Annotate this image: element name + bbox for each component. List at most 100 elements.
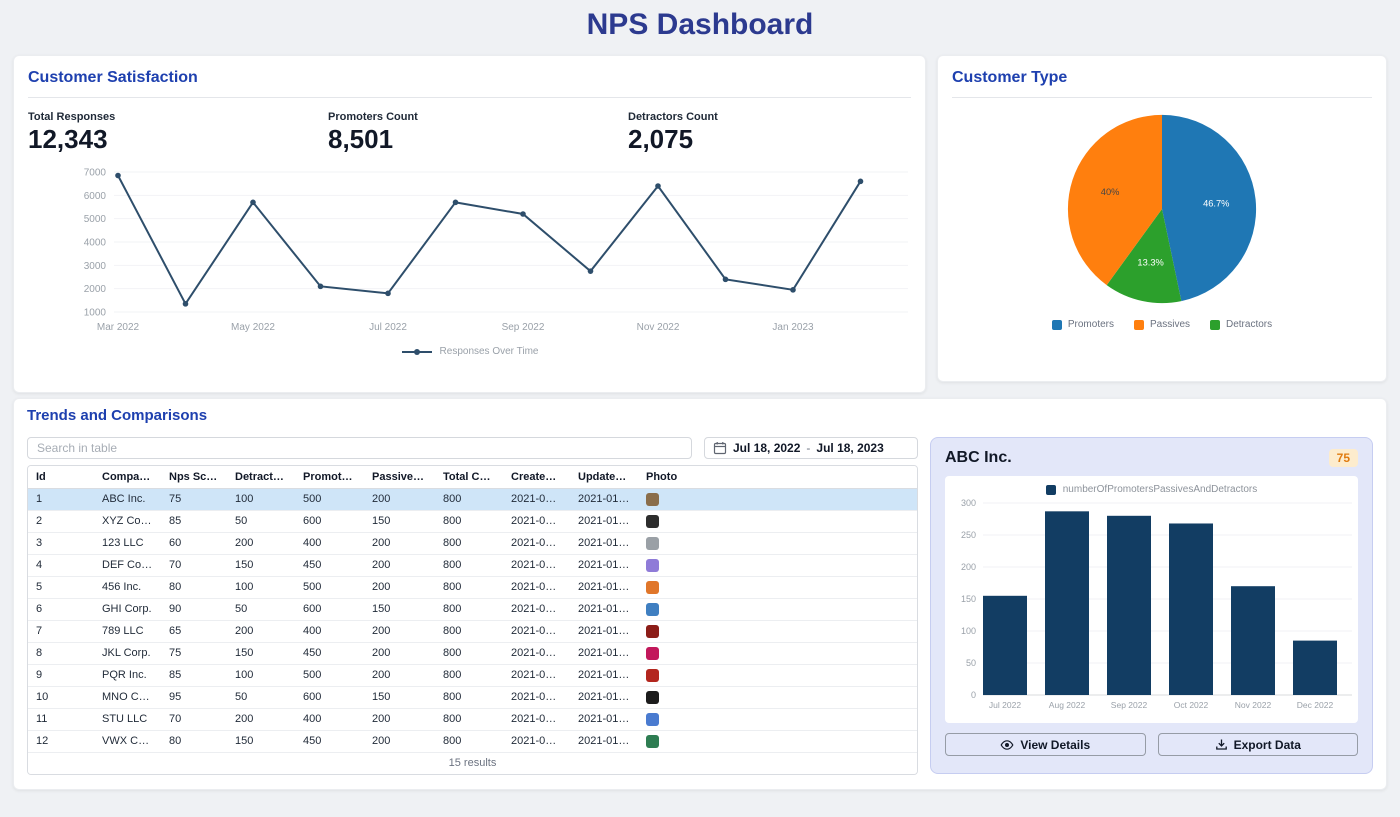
table-cell: 2021-01-04... (503, 554, 570, 576)
svg-text:Oct 2022: Oct 2022 (1174, 700, 1209, 710)
date-range-picker[interactable]: Jul 18, 2022 - Jul 18, 2023 (704, 437, 918, 459)
table-row[interactable]: 10MNO Corp.95506001508002021-01-10...202… (28, 686, 917, 708)
table-cell-photo (638, 686, 917, 708)
table-row[interactable]: 12VWX Corp.801504502008002021-01-12...20… (28, 730, 917, 752)
export-data-button[interactable]: Export Data (1158, 733, 1359, 756)
table-cell-photo (638, 642, 917, 664)
svg-text:200: 200 (961, 562, 976, 572)
company-photo (646, 713, 659, 726)
svg-text:4000: 4000 (84, 238, 107, 249)
table-cell: 8 (28, 642, 94, 664)
column-header-detractor-c[interactable]: Detractor C... (227, 466, 295, 488)
table-cell: 11 (28, 708, 94, 730)
column-header-id[interactable]: Id (28, 466, 94, 488)
stat-value: 8,501 (328, 124, 628, 155)
table-row[interactable]: 8JKL Corp.751504502008002021-01-08...202… (28, 642, 917, 664)
table-cell: 90 (161, 598, 227, 620)
table-row[interactable]: 9PQR Inc.851005002008002021-01-09...2021… (28, 664, 917, 686)
date-range-end[interactable]: Jul 18, 2023 (816, 441, 883, 455)
table-cell: 2021-01-01... (503, 488, 570, 510)
table-row[interactable]: 4DEF Corp.701504502008002021-01-04...202… (28, 554, 917, 576)
table-cell: 2021-01-09... (570, 664, 638, 686)
bar-chart-legend[interactable]: numberOfPromotersPassivesAndDetractors (947, 484, 1356, 495)
stats-row: Total Responses 12,343 Promoters Count 8… (28, 111, 911, 155)
export-data-label: Export Data (1234, 738, 1301, 752)
stat-label: Promoters Count (328, 111, 628, 123)
view-details-button[interactable]: View Details (945, 733, 1146, 756)
table-cell: 2021-01-09... (503, 664, 570, 686)
svg-text:Sep 2022: Sep 2022 (502, 322, 545, 333)
column-header-company-na[interactable]: Company Na... (94, 466, 161, 488)
table-cell-photo (638, 576, 917, 598)
customer-type-card: Customer Type 46.7%13.3%40% PromotersPas… (937, 55, 1387, 382)
table-row[interactable]: 11STU LLC702004002008002021-01-11...2021… (28, 708, 917, 730)
table-cell: PQR Inc. (94, 664, 161, 686)
table-row[interactable]: 6GHI Corp.90506001508002021-01-06...2021… (28, 598, 917, 620)
table-cell: 75 (161, 642, 227, 664)
column-header-promotor-co[interactable]: Promotor Co... (295, 466, 364, 488)
column-header-updated-at[interactable]: Updated At (570, 466, 638, 488)
table-cell: 100 (227, 488, 295, 510)
table-cell: 75 (161, 488, 227, 510)
table-cell: 2021-01-08... (503, 642, 570, 664)
line-chart-legend[interactable]: Responses Over Time (28, 346, 911, 357)
company-photo (646, 691, 659, 704)
table-cell-photo (638, 554, 917, 576)
table-cell: 2021-01-10... (570, 686, 638, 708)
table-cell: 200 (364, 576, 435, 598)
download-icon (1215, 738, 1228, 751)
stat-label: Detractors Count (628, 111, 928, 123)
table-cell: 200 (364, 532, 435, 554)
table-cell: 65 (161, 620, 227, 642)
table-row[interactable]: 2XYZ Corp.85506001508002021-01-02...2021… (28, 510, 917, 532)
table-cell: 2021-01-05... (503, 576, 570, 598)
column-header-total-custo[interactable]: Total Custo... (435, 466, 503, 488)
customer-satisfaction-title: Customer Satisfaction (28, 69, 911, 87)
company-detail-panel: ABC Inc. 75 numberOfPromotersPassivesAnd… (930, 437, 1373, 774)
table-cell-photo (638, 708, 917, 730)
table-cell: 200 (364, 620, 435, 642)
table-cell: VWX Corp. (94, 730, 161, 752)
table-row[interactable]: 1ABC Inc.751005002008002021-01-01...2021… (28, 488, 917, 510)
svg-text:0: 0 (971, 690, 976, 700)
calendar-icon (713, 441, 727, 455)
date-range-separator: - (806, 441, 810, 455)
table-row[interactable]: 7789 LLC652004002008002021-01-07...2021-… (28, 620, 917, 642)
search-input[interactable] (27, 437, 692, 459)
svg-text:2000: 2000 (84, 284, 107, 295)
table-cell: STU LLC (94, 708, 161, 730)
column-header-photo[interactable]: Photo (638, 466, 917, 488)
table-cell: 2021-01-07... (570, 620, 638, 642)
table-cell: 500 (295, 576, 364, 598)
svg-text:Mar 2022: Mar 2022 (97, 322, 140, 333)
table-cell: 70 (161, 708, 227, 730)
date-range-start[interactable]: Jul 18, 2022 (733, 441, 800, 455)
table-cell: 2 (28, 510, 94, 532)
line-legend-label: Responses Over Time (440, 346, 539, 357)
column-header-nps-score[interactable]: Nps Score (161, 466, 227, 488)
view-details-label: View Details (1020, 738, 1090, 752)
table-cell: GHI Corp. (94, 598, 161, 620)
pie-legend-item-detractors[interactable]: Detractors (1210, 319, 1272, 330)
legend-swatch-icon (1210, 320, 1220, 330)
table-row[interactable]: 5456 Inc.801005002008002021-01-05...2021… (28, 576, 917, 598)
pie-legend-item-promoters[interactable]: Promoters (1052, 319, 1114, 330)
table-cell: 60 (161, 532, 227, 554)
table-cell: 789 LLC (94, 620, 161, 642)
table-cell: 500 (295, 664, 364, 686)
table-cell: 150 (227, 554, 295, 576)
table-row[interactable]: 3123 LLC602004002008002021-01-03...2021-… (28, 532, 917, 554)
table-cell: 3 (28, 532, 94, 554)
table-cell: 2021-01-02... (570, 510, 638, 532)
table-cell: 800 (435, 620, 503, 642)
table-cell: 2021-01-12... (503, 730, 570, 752)
table-cell: 2021-01-11... (570, 708, 638, 730)
detail-company-name: ABC Inc. (945, 449, 1012, 467)
pie-legend-item-passives[interactable]: Passives (1134, 319, 1190, 330)
column-header-created-at[interactable]: Created At (503, 466, 570, 488)
company-photo (646, 647, 659, 660)
table-cell: 150 (364, 598, 435, 620)
legend-swatch-icon (1134, 320, 1144, 330)
column-header-passive-count[interactable]: Passive Count (364, 466, 435, 488)
table-cell: 150 (364, 686, 435, 708)
